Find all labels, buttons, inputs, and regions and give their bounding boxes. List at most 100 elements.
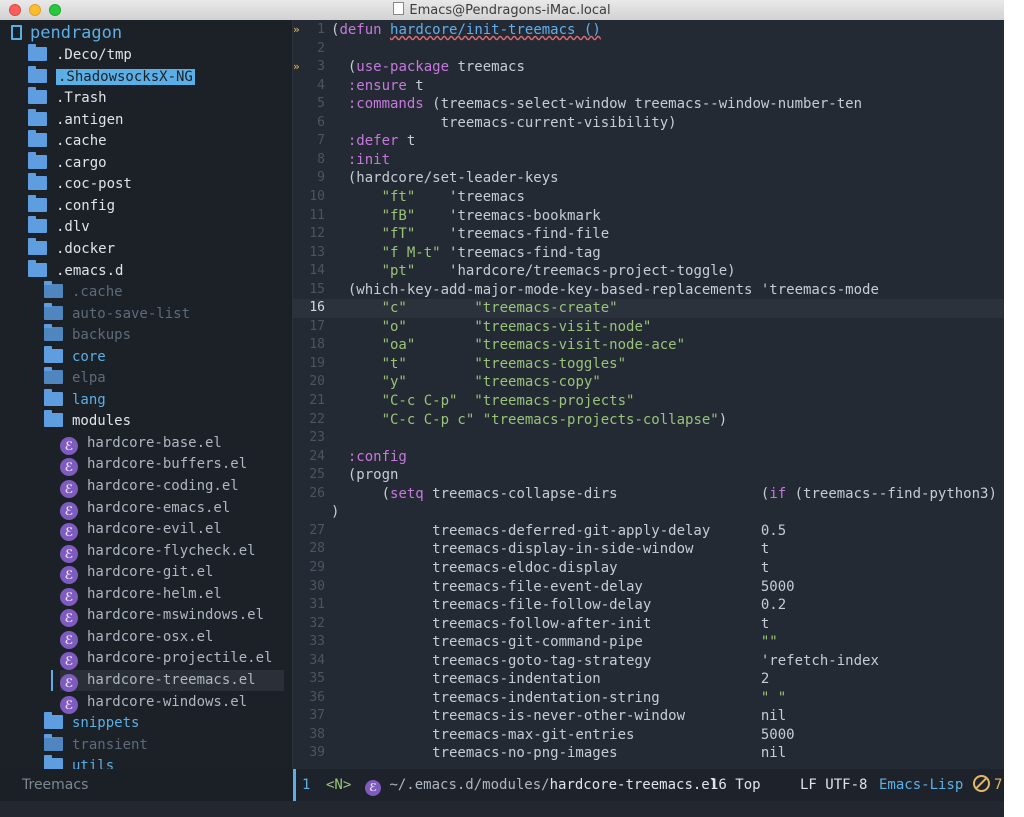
directory-node[interactable]: lang: [44, 388, 106, 411]
line-number: 18: [309, 337, 325, 353]
directory-node[interactable]: .cargo: [28, 151, 107, 174]
directory-node[interactable]: .config: [28, 194, 115, 217]
code-text: "f M-t" 'treemacs-find-tag: [381, 244, 601, 261]
node-label: hardcore-mswindows.el: [87, 607, 265, 624]
code-line[interactable]: 22 "C-c C-p c" "treemacs-projects-collap…: [293, 411, 1004, 430]
code-line[interactable]: 32 treemacs-follow-after-init t: [293, 615, 1004, 634]
code-line[interactable]: 1» (defun hardcore/init-treemacs (): [293, 21, 1004, 40]
line-number: 20: [309, 374, 325, 390]
code-line[interactable]: 4 :ensure t: [293, 77, 1004, 96]
code-line[interactable]: 13 "f M-t" 'treemacs-find-tag: [293, 244, 1004, 263]
directory-node[interactable]: .coc-post: [28, 173, 132, 195]
encoding[interactable]: LF UTF-8: [800, 769, 867, 801]
directory-node[interactable]: elpa: [44, 367, 106, 389]
code-editor[interactable]: 1» (defun hardcore/init-treemacs () 2 3» (u…: [293, 20, 1004, 769]
flycheck-error-icon: [973, 775, 990, 792]
fold-indicator-icon[interactable]: »: [293, 58, 300, 77]
directory-node[interactable]: auto-save-list: [44, 302, 190, 325]
code-line[interactable]: 25 (progn: [293, 466, 1004, 485]
flycheck-status[interactable]: 7: [973, 769, 1002, 801]
directory-node[interactable]: utils: [44, 755, 114, 769]
file-node[interactable]: ℰhardcore-helm.el: [60, 584, 222, 606]
file-node[interactable]: ℰhardcore-git.el: [60, 562, 213, 585]
file-node[interactable]: ℰhardcore-treemacs.el: [51, 669, 284, 692]
file-node[interactable]: ℰhardcore-base.el: [60, 433, 222, 455]
code-line[interactable]: 16 "c" "treemacs-create": [293, 299, 1004, 318]
code-line[interactable]: 17 "o" "treemacs-visit-node": [293, 318, 1004, 337]
code-line[interactable]: 11 "fB" 'treemacs-bookmark: [293, 207, 1004, 226]
directory-node[interactable]: snippets: [44, 712, 139, 734]
code-line[interactable]: 36 treemacs-indentation-string " ": [293, 689, 1004, 708]
code-line[interactable]: ): [293, 503, 1004, 522]
code-line[interactable]: 31 treemacs-file-follow-delay 0.2: [293, 596, 1004, 615]
file-node[interactable]: ℰhardcore-coding.el: [60, 476, 239, 498]
code-line[interactable]: 19 "t" "treemacs-toggles": [293, 355, 1004, 374]
file-node[interactable]: ℰhardcore-mswindows.el: [60, 605, 265, 628]
code-text: ): [331, 504, 340, 521]
directory-node[interactable]: .Deco/tmp: [28, 44, 132, 66]
directory-node[interactable]: .docker: [28, 237, 115, 260]
code-line[interactable]: 38 treemacs-max-git-entries 5000: [293, 726, 1004, 745]
line-number: 30: [309, 578, 325, 594]
emacs-lisp-file-icon: ℰ: [60, 587, 78, 606]
code-line[interactable]: 14 "pt" 'hardcore/treemacs-project-toggl…: [293, 262, 1004, 281]
code-line[interactable]: 20 "y" "treemacs-copy": [293, 373, 1004, 392]
code-line[interactable]: 2: [293, 40, 1004, 59]
directory-node[interactable]: .cache: [28, 130, 107, 152]
line-number: 6: [317, 114, 325, 130]
treemacs-sidebar[interactable]: pendragon .Deco/tmp .ShadowsocksX-NG .Tras…: [0, 20, 293, 769]
code-line[interactable]: 9 (hardcore/set-leader-keys: [293, 169, 1004, 188]
buffer-path[interactable]: ℰ ~/.emacs.d/modules/hardcore-treemacs.e…: [365, 769, 718, 801]
code-line[interactable]: 23: [293, 429, 1004, 448]
code-line[interactable]: 39 treemacs-no-png-images nil: [293, 744, 1004, 763]
directory-node[interactable]: .cache: [44, 281, 123, 303]
directory-node[interactable]: transient: [44, 733, 148, 756]
file-node[interactable]: ℰhardcore-emacs.el: [60, 498, 230, 520]
treemacs-root[interactable]: pendragon: [11, 23, 122, 45]
code-text: (progn: [331, 467, 399, 484]
node-label: hardcore-osx.el: [87, 628, 214, 645]
code-line[interactable]: 15 (which-key-add-major-mode-key-based-r…: [293, 281, 1004, 300]
code-line[interactable]: 7 :defer t: [293, 132, 1004, 151]
code-text: "pt" 'hardcore/treemacs-project-toggle): [381, 263, 736, 280]
file-node[interactable]: ℰhardcore-projectile.el: [60, 648, 272, 671]
code-line[interactable]: 29 treemacs-eldoc-display t: [293, 559, 1004, 578]
file-node[interactable]: ℰhardcore-osx.el: [60, 627, 214, 649]
code-line[interactable]: 6 treemacs-current-visibility): [293, 114, 1004, 133]
emacs-lisp-file-icon: ℰ: [60, 523, 78, 542]
code-line[interactable]: 37 treemacs-is-never-other-window nil: [293, 707, 1004, 726]
code-line[interactable]: 35 treemacs-indentation 2: [293, 670, 1004, 689]
code-line[interactable]: 27 treemacs-deferred-git-apply-delay 0.5: [293, 522, 1004, 541]
directory-node[interactable]: .dlv: [28, 216, 90, 238]
directory-node[interactable]: backups: [44, 324, 131, 346]
code-text: (which-key-add-major-mode-key-based-repl…: [331, 281, 879, 298]
directory-node[interactable]: .ShadowsocksX-NG: [28, 65, 195, 88]
mode-line: Treemacs 1 <N> ℰ ~/.emacs.d/modules/hard…: [0, 769, 1004, 801]
code-line[interactable]: 21 "C-c C-p" "treemacs-projects": [293, 392, 1004, 411]
code-line[interactable]: 24 :config: [293, 448, 1004, 467]
code-line[interactable]: 18 "oa" "treemacs-visit-node-ace": [293, 336, 1004, 355]
code-line[interactable]: 3» (use-package treemacs: [293, 58, 1004, 77]
code-line[interactable]: 28 treemacs-display-in-side-window t: [293, 540, 1004, 559]
directory-node[interactable]: .antigen: [28, 108, 123, 131]
code-line[interactable]: 8 :init: [293, 151, 1004, 170]
directory-node[interactable]: .Trash: [28, 87, 107, 109]
code-line[interactable]: 10 "ft" 'treemacs: [293, 188, 1004, 207]
code-line[interactable]: 5 :commands (treemacs-select-window tree…: [293, 95, 1004, 114]
directory-node[interactable]: core: [44, 345, 106, 368]
file-node[interactable]: ℰhardcore-evil.el: [60, 519, 222, 542]
directory-node[interactable]: .emacs.d: [28, 259, 123, 282]
node-label: hardcore-base.el: [87, 434, 222, 451]
code-line[interactable]: 26 (setq treemacs-collapse-dirs (if (tre…: [293, 485, 1004, 504]
file-node[interactable]: ℰhardcore-buffers.el: [60, 454, 247, 477]
file-node[interactable]: ℰhardcore-flycheck.el: [60, 541, 256, 563]
code-line[interactable]: 12 "fT" 'treemacs-find-file: [293, 225, 1004, 244]
code-line[interactable]: 34 treemacs-goto-tag-strategy 'refetch-i…: [293, 652, 1004, 671]
active-window-bar: [293, 769, 296, 801]
file-node[interactable]: ℰhardcore-windows.el: [60, 692, 247, 714]
fold-indicator-icon[interactable]: »: [293, 21, 300, 40]
code-line[interactable]: 33 treemacs-git-command-pipe "": [293, 633, 1004, 652]
directory-node[interactable]: modules: [44, 410, 131, 432]
code-line[interactable]: 30 treemacs-file-event-delay 5000: [293, 578, 1004, 597]
major-mode[interactable]: Emacs-Lisp: [879, 769, 963, 801]
